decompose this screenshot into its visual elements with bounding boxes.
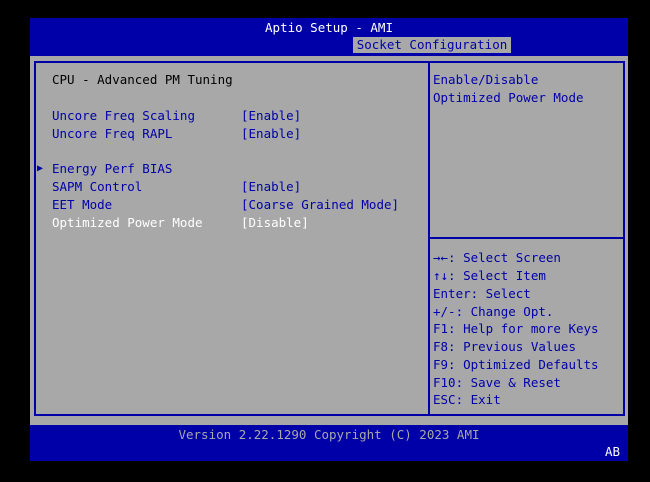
key-hint: F8: Previous Values <box>433 339 576 354</box>
key-hint: +/-: Change Opt. <box>433 304 554 319</box>
setting-value[interactable]: [Enable] <box>241 107 301 124</box>
setting-value[interactable]: [Coarse Grained Mode] <box>241 196 399 213</box>
setting-label: Optimized Power Mode <box>52 215 203 230</box>
setting-label: Uncore Freq RAPL <box>52 126 173 141</box>
key-hint: Enter: Select <box>433 286 531 301</box>
key-hint: F1: Help for more Keys <box>433 321 599 336</box>
setting-label: SAPM Control <box>52 179 143 194</box>
section-title: CPU - Advanced PM Tuning <box>52 72 233 87</box>
title-bar: Aptio Setup - AMI Socket Configuration <box>30 18 628 56</box>
key-hint: →←: Select Screen <box>433 250 561 265</box>
key-hint: F9: Optimized Defaults <box>433 357 599 372</box>
help-line: Enable/Disable <box>433 72 539 87</box>
app-title: Aptio Setup - AMI <box>265 20 393 35</box>
setting-value[interactable]: [Enable] <box>241 125 301 142</box>
key-hint: ESC: Exit <box>433 392 501 407</box>
version-text: Version 2.22.1290 Copyright (C) 2023 AMI <box>178 427 480 442</box>
submenu-arrow-icon: ▶ <box>37 163 44 174</box>
setting-value[interactable]: [Enable] <box>241 178 301 195</box>
setting-label: Energy Perf BIAS <box>52 161 173 176</box>
setting-value[interactable]: [Disable] <box>241 214 309 231</box>
setting-label: Uncore Freq Scaling <box>52 108 195 123</box>
bios-screen: Aptio Setup - AMI Socket Configuration C… <box>30 18 628 461</box>
key-hint: F10: Save & Reset <box>433 375 561 390</box>
key-hint: ↑↓: Select Item <box>433 268 546 283</box>
status-bar: Version 2.22.1290 Copyright (C) 2023 AMI… <box>30 425 628 461</box>
help-line: Optimized Power Mode <box>433 90 584 105</box>
tab-socket-configuration[interactable]: Socket Configuration <box>353 37 511 53</box>
setting-label: EET Mode <box>52 197 113 212</box>
panel-divider-horizontal <box>430 237 625 239</box>
badge-text: AB <box>604 444 620 459</box>
